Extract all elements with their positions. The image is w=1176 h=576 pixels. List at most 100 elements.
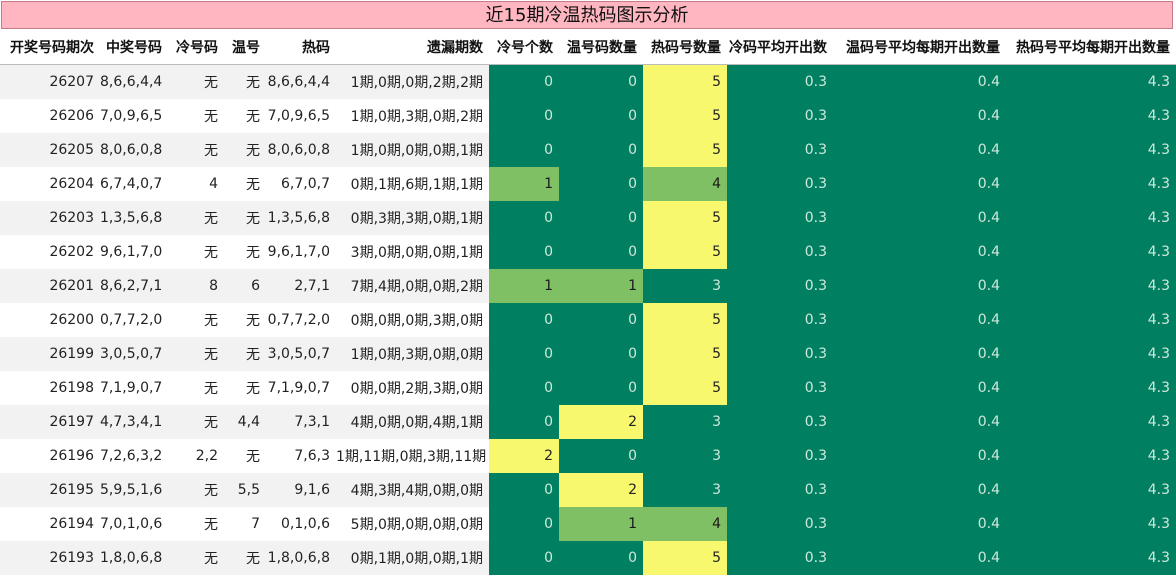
column-header-hot-avg: 热码号平均每期开出数量 xyxy=(1006,30,1176,65)
cell-issue: 26193 xyxy=(0,541,100,575)
cell-warm-count: 1 xyxy=(559,269,643,303)
cell-hot-avg: 4.3 xyxy=(1006,405,1176,439)
cell-cold: 无 xyxy=(168,133,224,167)
cell-warm: 无 xyxy=(224,371,266,405)
cell-hot-avg: 4.3 xyxy=(1006,439,1176,473)
cell-issue: 26201 xyxy=(0,269,100,303)
cell-warm-avg: 0.4 xyxy=(833,337,1006,371)
cell-warm: 5,5 xyxy=(224,473,266,507)
cell-warm-count: 0 xyxy=(559,439,643,473)
cell-hot-avg: 4.3 xyxy=(1006,337,1176,371)
cell-winning: 6,7,4,0,7 xyxy=(100,167,168,201)
cell-omission: 1期,11期,0期,3期,11期 xyxy=(336,439,489,473)
cell-hot-avg: 4.3 xyxy=(1006,99,1176,133)
cell-cold: 8 xyxy=(168,269,224,303)
cell-hot-avg: 4.3 xyxy=(1006,371,1176,405)
cell-issue: 26194 xyxy=(0,507,100,541)
cell-warm-avg: 0.4 xyxy=(833,167,1006,201)
cell-hot: 3,0,5,0,7 xyxy=(266,337,336,371)
cell-hot-count: 4 xyxy=(643,507,727,541)
cell-warm-count: 0 xyxy=(559,371,643,405)
cell-warm-avg: 0.4 xyxy=(833,507,1006,541)
cell-hot: 7,0,9,6,5 xyxy=(266,99,336,133)
cell-winning: 8,6,6,4,4 xyxy=(100,64,168,99)
cell-warm-avg: 0.4 xyxy=(833,269,1006,303)
cell-hot-count: 4 xyxy=(643,167,727,201)
cell-warm-avg: 0.4 xyxy=(833,473,1006,507)
cell-warm-count: 2 xyxy=(559,405,643,439)
cell-hot-count: 3 xyxy=(643,269,727,303)
cell-warm-avg: 0.4 xyxy=(833,303,1006,337)
cell-cold-avg: 0.3 xyxy=(727,541,833,575)
cell-omission: 5期,0期,0期,0期,0期 xyxy=(336,507,489,541)
cell-warm-avg: 0.4 xyxy=(833,371,1006,405)
cell-omission: 0期,1期,0期,0期,1期 xyxy=(336,541,489,575)
cell-cold: 无 xyxy=(168,64,224,99)
column-header-hot: 热码 xyxy=(266,30,336,65)
cell-issue: 26197 xyxy=(0,405,100,439)
cell-cold-count: 2 xyxy=(489,439,559,473)
cell-hot: 1,3,5,6,8 xyxy=(266,201,336,235)
cell-cold-count: 0 xyxy=(489,405,559,439)
cell-warm-avg: 0.4 xyxy=(833,201,1006,235)
cell-warm: 无 xyxy=(224,303,266,337)
cell-hot-count: 5 xyxy=(643,303,727,337)
cell-warm-avg: 0.4 xyxy=(833,99,1006,133)
cell-hot-count: 5 xyxy=(643,133,727,167)
cell-warm-count: 0 xyxy=(559,201,643,235)
cell-issue: 26205 xyxy=(0,133,100,167)
cell-omission: 1期,0期,0期,2期,2期 xyxy=(336,64,489,99)
table-row: 26199 3,0,5,0,7 无无 3,0,5,0,7 1期,0期,3期,0期,0期 0… xyxy=(0,337,1176,371)
cell-hot-avg: 4.3 xyxy=(1006,133,1176,167)
cell-warm: 无 xyxy=(224,541,266,575)
cell-warm-avg: 0.4 xyxy=(833,439,1006,473)
cell-warm-count: 0 xyxy=(559,64,643,99)
cell-hot: 9,6,1,7,0 xyxy=(266,235,336,269)
cell-cold-count: 0 xyxy=(489,371,559,405)
cell-hot-avg: 4.3 xyxy=(1006,269,1176,303)
column-header-omission: 遗漏期数 xyxy=(336,30,489,65)
table-row: 26206 7,0,9,6,5 无无 7,0,9,6,5 1期,0期,3期,0期,2期 0… xyxy=(0,99,1176,133)
cell-warm-count: 0 xyxy=(559,235,643,269)
cell-cold-avg: 0.3 xyxy=(727,507,833,541)
cell-omission: 1期,0期,3期,0期,0期 xyxy=(336,337,489,371)
cell-omission: 1期,0期,0期,0期,1期 xyxy=(336,133,489,167)
cell-cold-avg: 0.3 xyxy=(727,235,833,269)
cell-cold-avg: 0.3 xyxy=(727,473,833,507)
cell-cold-count: 0 xyxy=(489,99,559,133)
cell-hot: 2,7,1 xyxy=(266,269,336,303)
column-header-winning: 中奖号码 xyxy=(100,30,168,65)
cell-hot-count: 5 xyxy=(643,541,727,575)
cell-cold: 无 xyxy=(168,371,224,405)
cell-cold: 无 xyxy=(168,405,224,439)
cell-cold: 无 xyxy=(168,99,224,133)
cell-omission: 0期,0期,2期,3期,0期 xyxy=(336,371,489,405)
cell-hot-count: 3 xyxy=(643,405,727,439)
cell-hot: 9,1,6 xyxy=(266,473,336,507)
cell-hot-count: 5 xyxy=(643,64,727,99)
cell-cold-count: 0 xyxy=(489,235,559,269)
cell-winning: 1,8,0,6,8 xyxy=(100,541,168,575)
cell-warm-avg: 0.4 xyxy=(833,64,1006,99)
cell-warm: 6 xyxy=(224,269,266,303)
cell-hot: 0,1,0,6 xyxy=(266,507,336,541)
cell-warm: 无 xyxy=(224,235,266,269)
cell-hot-avg: 4.3 xyxy=(1006,541,1176,575)
cell-hot-avg: 4.3 xyxy=(1006,507,1176,541)
cell-cold: 无 xyxy=(168,337,224,371)
column-header-warm-avg: 温码号平均每期开出数量 xyxy=(833,30,1006,65)
cell-hot: 0,7,7,2,0 xyxy=(266,303,336,337)
cell-cold-count: 0 xyxy=(489,303,559,337)
cell-warm-count: 1 xyxy=(559,507,643,541)
cell-warm: 无 xyxy=(224,167,266,201)
cell-warm-avg: 0.4 xyxy=(833,405,1006,439)
cell-omission: 0期,0期,0期,3期,0期 xyxy=(336,303,489,337)
cell-hot-avg: 4.3 xyxy=(1006,167,1176,201)
cell-issue: 26202 xyxy=(0,235,100,269)
cell-winning: 8,6,2,7,1 xyxy=(100,269,168,303)
cell-cold-avg: 0.3 xyxy=(727,133,833,167)
cell-cold-count: 1 xyxy=(489,167,559,201)
cell-issue: 26200 xyxy=(0,303,100,337)
cell-cold-count: 0 xyxy=(489,133,559,167)
cell-hot: 7,1,9,0,7 xyxy=(266,371,336,405)
